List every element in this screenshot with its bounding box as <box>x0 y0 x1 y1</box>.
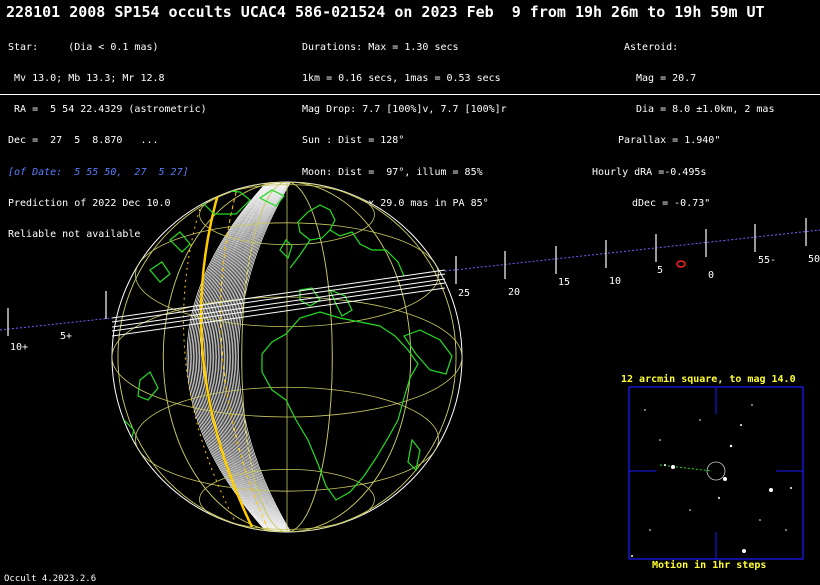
version-label: Occult 4.2023.2.6 <box>4 574 97 584</box>
path-tick-label: 5+ <box>60 331 72 342</box>
path-tick-label: 20 <box>508 287 520 298</box>
path-tick-label: 0 <box>708 270 714 281</box>
path-tick-label: 55- <box>758 255 776 266</box>
globe-canvas: 10+5+25 2015 105 055- 50 <box>0 181 820 560</box>
path-tick-label: 10+ <box>10 342 28 353</box>
finder-title: 12 arcmin square, to mag 14.0 <box>621 374 796 385</box>
asteroid-marker <box>676 260 686 268</box>
path-tick-label: 15 <box>558 277 570 288</box>
finder-footer: Motion in 1hr steps <box>652 560 767 571</box>
path-tick-label: 25 <box>458 288 470 299</box>
finder-chart <box>628 386 804 560</box>
path-tick-label: 50 <box>808 254 820 265</box>
occult-display: { "title": "228101 2008 SP154 occults UC… <box>0 0 820 585</box>
path-tick-label: 5 <box>657 265 663 276</box>
path-tick-label: 10 <box>609 276 621 287</box>
